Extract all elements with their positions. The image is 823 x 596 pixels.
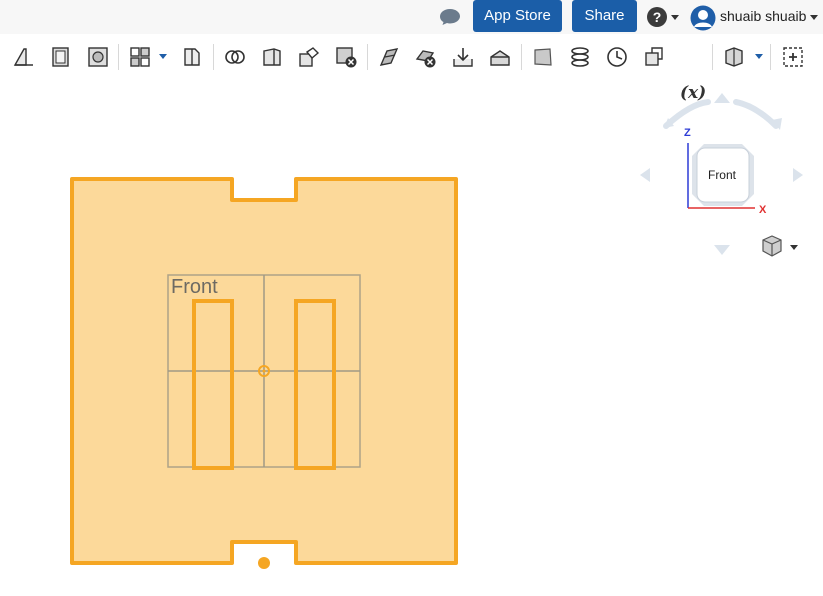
svg-text:?: ? — [653, 9, 662, 25]
chevron-down-icon[interactable] — [159, 54, 167, 59]
rotate-right-arrow — [733, 99, 779, 129]
render-mode-icon[interactable] — [722, 45, 746, 69]
import-icon[interactable] — [451, 45, 475, 69]
chevron-down-icon — [810, 15, 818, 20]
fillet-icon[interactable] — [297, 45, 321, 69]
sketch-icon[interactable] — [12, 45, 36, 69]
comment-icon[interactable] — [439, 8, 461, 26]
transform-icon[interactable] — [642, 45, 666, 69]
part-studio-icon[interactable] — [49, 45, 73, 69]
rotate-left-arrow — [663, 99, 711, 129]
user-menu[interactable]: shuaib shuaib — [690, 4, 823, 31]
extrude-icon[interactable] — [260, 45, 284, 69]
boolean-icon[interactable] — [223, 45, 247, 69]
delete-part-icon[interactable] — [334, 45, 358, 69]
toolbar-divider — [367, 44, 368, 70]
user-avatar-icon — [690, 5, 716, 31]
toolbar-divider — [118, 44, 119, 70]
feature-toolbar: (x) — [0, 38, 823, 103]
section-view-icon[interactable] — [180, 45, 204, 69]
front-plane-label: Front — [171, 276, 218, 298]
assembly-icon[interactable] — [86, 45, 110, 69]
top-bar: App Store Share ? shuaib shuaib — [0, 0, 823, 34]
view-cube-face-label[interactable]: Front — [696, 168, 748, 182]
origin-dot — [262, 369, 266, 373]
view-up-arrow — [714, 93, 730, 103]
view-cube-menu-icon[interactable] — [762, 235, 798, 257]
chevron-down-icon[interactable] — [755, 54, 763, 59]
app-store-button[interactable]: App Store — [473, 0, 562, 32]
split-icon[interactable] — [377, 45, 401, 69]
view-layout-icon[interactable] — [128, 45, 152, 69]
toolbar-divider — [521, 44, 522, 70]
zoom-fit-icon[interactable] — [781, 45, 805, 69]
delete-face-icon[interactable] — [414, 45, 438, 69]
modify-icon[interactable] — [488, 45, 512, 69]
axis-x-label: X — [759, 204, 767, 216]
helix-icon[interactable] — [568, 45, 592, 69]
toolbar-divider — [712, 44, 713, 70]
mate-connector-point[interactable] — [258, 557, 270, 569]
plane-icon[interactable] — [531, 45, 555, 69]
toolbar-divider — [770, 44, 771, 70]
axis-z-label: Z — [684, 127, 691, 139]
chevron-down-icon — [671, 15, 679, 20]
user-name: shuaib shuaib — [720, 8, 807, 24]
question-circle-icon: ? — [647, 7, 667, 27]
help-menu[interactable]: ? — [646, 6, 682, 28]
toolbar-divider — [213, 44, 214, 70]
measure-icon[interactable] — [605, 45, 629, 69]
view-down-arrow — [714, 245, 730, 255]
view-right-arrow — [793, 168, 803, 182]
share-button[interactable]: Share — [572, 0, 637, 32]
view-left-arrow — [640, 168, 650, 182]
